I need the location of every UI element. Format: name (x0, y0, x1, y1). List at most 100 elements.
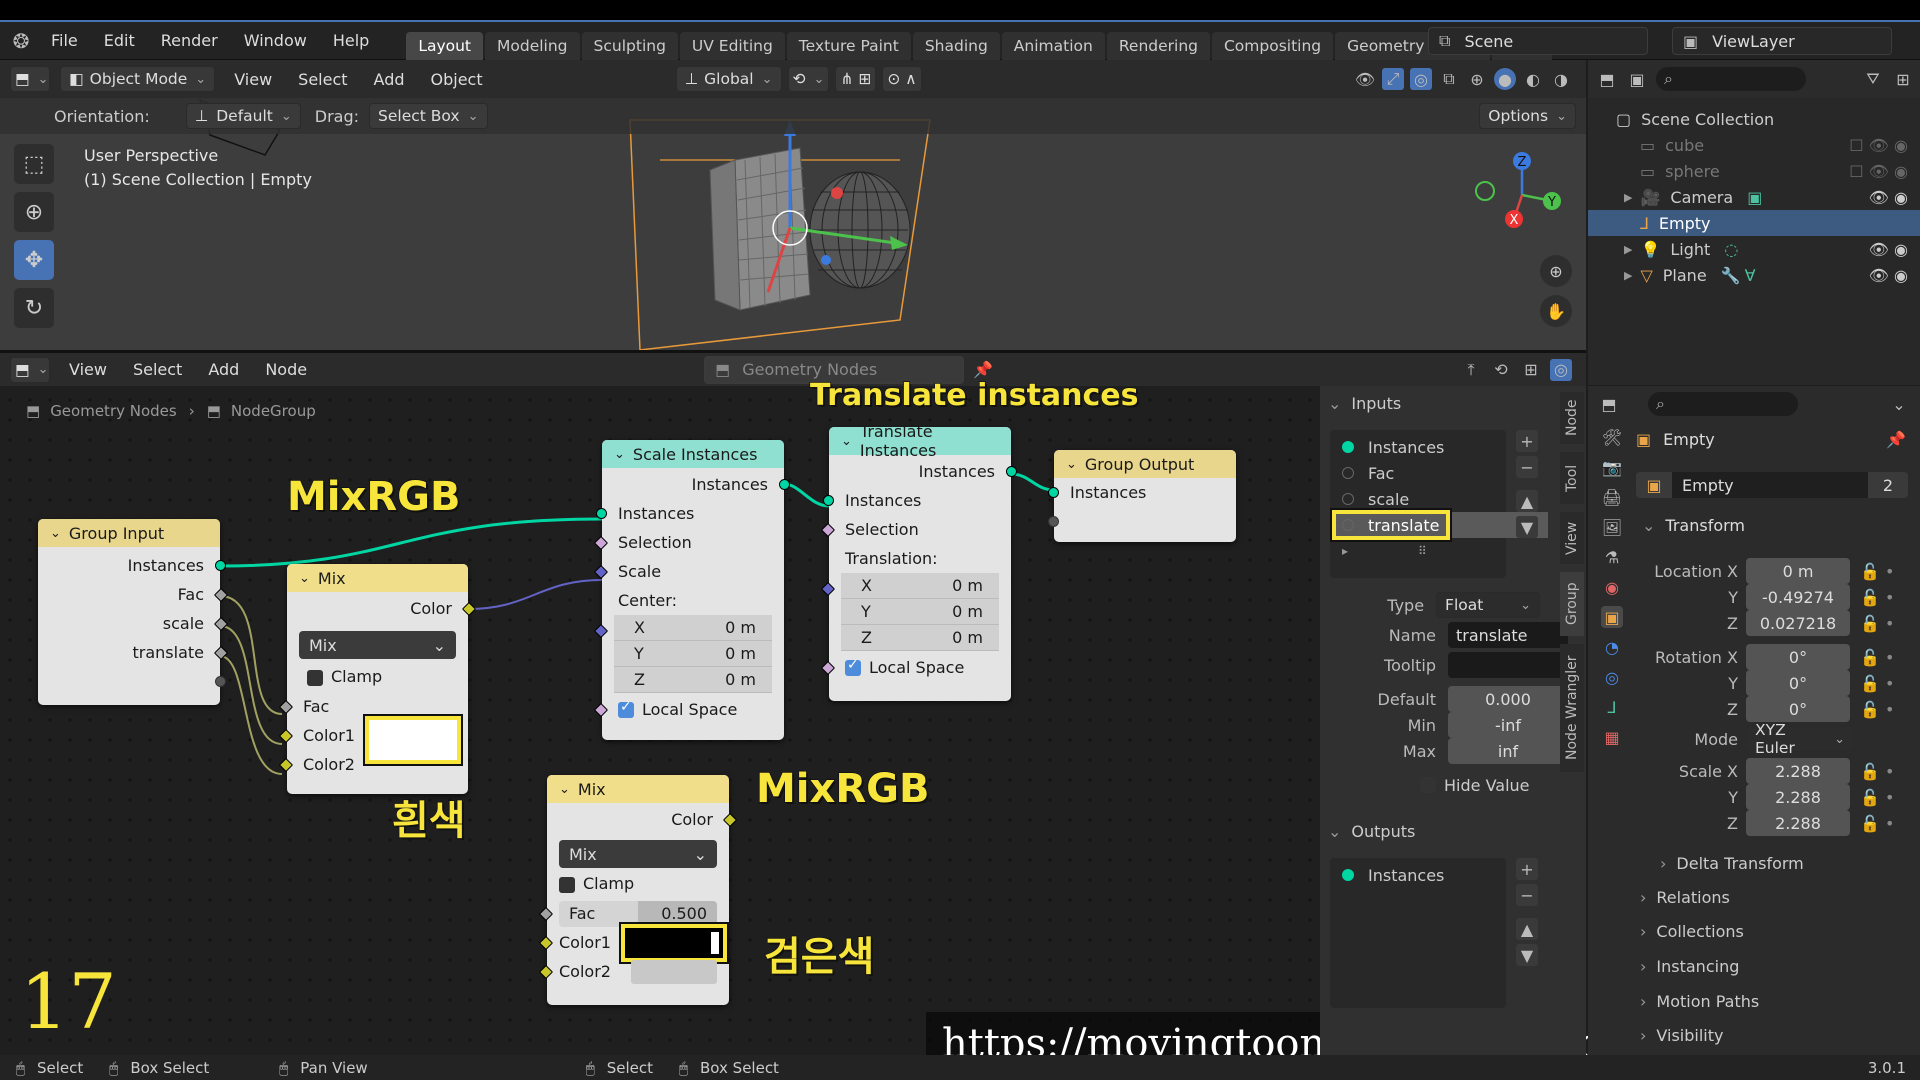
modifier-tab-icon[interactable]: ◔ (1601, 636, 1623, 658)
translate-local-space[interactable]: Local Space (820, 653, 1011, 682)
world-tab-icon[interactable]: ◉ (1601, 576, 1623, 598)
mix2-clamp[interactable]: Clamp (547, 868, 729, 893)
options-button[interactable]: Options (1479, 103, 1576, 129)
visibility-icon[interactable]: 👁 ◉ (1869, 266, 1908, 285)
transform-orientation[interactable]: ⊥ Global (675, 66, 782, 92)
move-down-icon[interactable]: ▼ (1516, 944, 1538, 966)
type-dropdown[interactable]: Float (1436, 592, 1540, 618)
object-name-field[interactable]: ▣ Empty 2 (1636, 472, 1908, 498)
vp-menu-add[interactable]: Add (361, 70, 418, 89)
scale-center-z[interactable]: Z 0 m (614, 667, 772, 693)
inputs-list-item[interactable]: Fac (1330, 460, 1506, 486)
proportional-button[interactable]: ⊙ ∧ (882, 66, 922, 92)
tab-compositing[interactable]: Compositing (1211, 31, 1334, 60)
add-output-icon[interactable]: + (1516, 858, 1538, 880)
mix1-blend-dropdown[interactable]: Mix ⌄ (299, 631, 456, 659)
translate-title[interactable]: Translate Instances (829, 422, 1011, 460)
section-relations[interactable]: Relations (1640, 888, 1729, 907)
socket-geometry-icon[interactable] (1048, 487, 1059, 498)
rendered-shading-icon[interactable]: ◑ (1550, 68, 1572, 90)
lock-icon[interactable]: 🔓 • (1860, 814, 1894, 833)
blender-logo-icon[interactable]: ❂ (10, 29, 32, 53)
node-mix-1[interactable]: Mix Color Mix ⌄ Clamp Fac Color1 Color2 (278, 564, 477, 794)
outliner-item-scene-collection[interactable]: ▢ Scene Collection (1588, 106, 1920, 132)
rotate-tool-icon[interactable]: ↻ (14, 288, 54, 328)
group-input-title[interactable]: Group Input (38, 519, 220, 547)
mix1-clamp[interactable]: Clamp (287, 659, 468, 686)
sidebar-tab-group[interactable]: Group (1560, 572, 1584, 636)
rotation-z-input[interactable]: 0° (1746, 696, 1850, 722)
scale-y-input[interactable]: 2.288 (1746, 784, 1850, 810)
sidebar-tab-node[interactable]: Node (1560, 392, 1584, 444)
expand-arrow-icon[interactable]: ▶ (1624, 269, 1632, 282)
socket-geometry-icon[interactable] (596, 508, 607, 519)
select-tool-icon[interactable]: ⬚ (14, 144, 54, 184)
mix1-title[interactable]: Mix (287, 564, 468, 592)
move-down-icon[interactable]: ▼ (1516, 516, 1538, 538)
navigation-gizmo[interactable]: Z Y X (1470, 145, 1570, 245)
exclude-checkbox-icon[interactable]: ☐ 👁 ◉ (1849, 162, 1908, 181)
mix2-blend-dropdown[interactable]: Mix ⌄ (559, 840, 717, 868)
menu-window[interactable]: Window (231, 31, 320, 50)
node-translate-instances[interactable]: Translate Instances Instances Instances … (820, 422, 1017, 701)
node-group-input[interactable]: Group Input Instances Fac scale translat… (38, 519, 229, 705)
tab-sculpting[interactable]: Sculpting (581, 31, 678, 60)
menu-render[interactable]: Render (148, 31, 231, 50)
properties-search-input[interactable]: ⌕ (1648, 392, 1798, 416)
socket-geometry-icon[interactable] (215, 560, 226, 571)
visibility-icon[interactable]: 👁 ◉ (1869, 188, 1908, 207)
min-input[interactable]: -inf (1448, 712, 1568, 738)
chevron-down-icon[interactable]: ⌄ (1888, 393, 1910, 415)
scale-center-x[interactable]: X 0 m (614, 615, 772, 641)
object-data-tab-icon[interactable]: ⅃ (1601, 696, 1623, 718)
tab-uv-editing[interactable]: UV Editing (679, 31, 785, 60)
node-mix-2[interactable]: Mix Color Mix ⌄ Clamp Fac 0.500 Color1 Col… (538, 775, 738, 1005)
rotation-x-input[interactable]: 0° (1746, 644, 1850, 670)
scale-z-input[interactable]: 2.288 (1746, 810, 1850, 836)
max-input[interactable]: inf (1448, 738, 1568, 764)
mix2-color2-swatch[interactable] (631, 959, 717, 984)
visibility-icon[interactable]: 👁 (1354, 68, 1376, 90)
transform-panel-header[interactable]: ⌄ Transform (1642, 516, 1745, 535)
outliner-item-light[interactable]: ▶ 💡 Light ◌ 👁 ◉ (1588, 236, 1920, 262)
location-z-input[interactable]: 0.027218 (1746, 610, 1850, 636)
gizmo-toggle-icon[interactable]: ⤢ (1382, 68, 1404, 90)
exclude-checkbox-icon[interactable]: ☐ 👁 ◉ (1849, 136, 1908, 155)
section-motion-paths[interactable]: Motion Paths (1640, 992, 1759, 1011)
checkbox-icon[interactable] (307, 669, 323, 686)
new-collection-icon[interactable]: ⊞ (1892, 68, 1914, 90)
scene-tab-icon[interactable]: ⚗ (1601, 546, 1623, 568)
lock-icon[interactable]: 🔓 • (1860, 700, 1894, 719)
sidebar-tab-view[interactable]: View (1560, 512, 1584, 564)
physics-tab-icon[interactable]: ◎ (1601, 666, 1623, 688)
output-tab-icon[interactable]: 🖨 (1601, 486, 1623, 508)
default-input[interactable]: 0.000 (1448, 686, 1568, 712)
view-layer-tab-icon[interactable]: 🖼 (1601, 516, 1623, 538)
mode-selector[interactable]: ◧ Object Mode (60, 66, 216, 92)
lock-icon[interactable]: 🔓 • (1860, 588, 1894, 607)
object-browse-icon[interactable]: ▣ (1636, 472, 1672, 498)
rotation-mode-dropdown[interactable]: XYZ Euler (1746, 721, 1854, 757)
node-group-output[interactable]: Group Output Instances (1048, 450, 1236, 542)
lock-icon[interactable]: 🔓 • (1860, 674, 1894, 693)
texture-tab-icon[interactable]: ▦ (1601, 726, 1623, 748)
translate-z[interactable]: Z 0 m (841, 625, 999, 651)
outliner-item-plane[interactable]: ▶ ▽ Plane 🔧 ∀ 👁 ◉ (1588, 262, 1920, 288)
properties-editor-icon[interactable]: ⬒ (1598, 393, 1620, 415)
section-instancing[interactable]: Instancing (1640, 957, 1739, 976)
outliner-editor-icon[interactable]: ⬒ (1596, 68, 1618, 90)
pivot-button[interactable]: ⟲ (787, 66, 830, 92)
location-y-input[interactable]: -0.49274 (1746, 584, 1850, 610)
solid-shading-icon[interactable]: ● (1494, 68, 1516, 90)
socket-geometry-icon[interactable] (779, 479, 790, 490)
ne-overlay-icon[interactable]: ◎ (1550, 358, 1572, 381)
display-mode-icon[interactable]: ▣ (1626, 68, 1648, 90)
rotation-y-input[interactable]: 0° (1746, 670, 1850, 696)
tab-rendering[interactable]: Rendering (1106, 31, 1210, 60)
vp-menu-view[interactable]: View (221, 70, 285, 89)
outliner-item-empty[interactable]: ⅃ Empty (1588, 210, 1920, 236)
hide-value-row[interactable]: Hide Value (1420, 772, 1530, 798)
tab-modeling[interactable]: Modeling (485, 31, 580, 60)
scene-selector[interactable]: ⧉ Scene (1428, 27, 1648, 55)
section-visibility[interactable]: Visibility (1640, 1026, 1723, 1045)
